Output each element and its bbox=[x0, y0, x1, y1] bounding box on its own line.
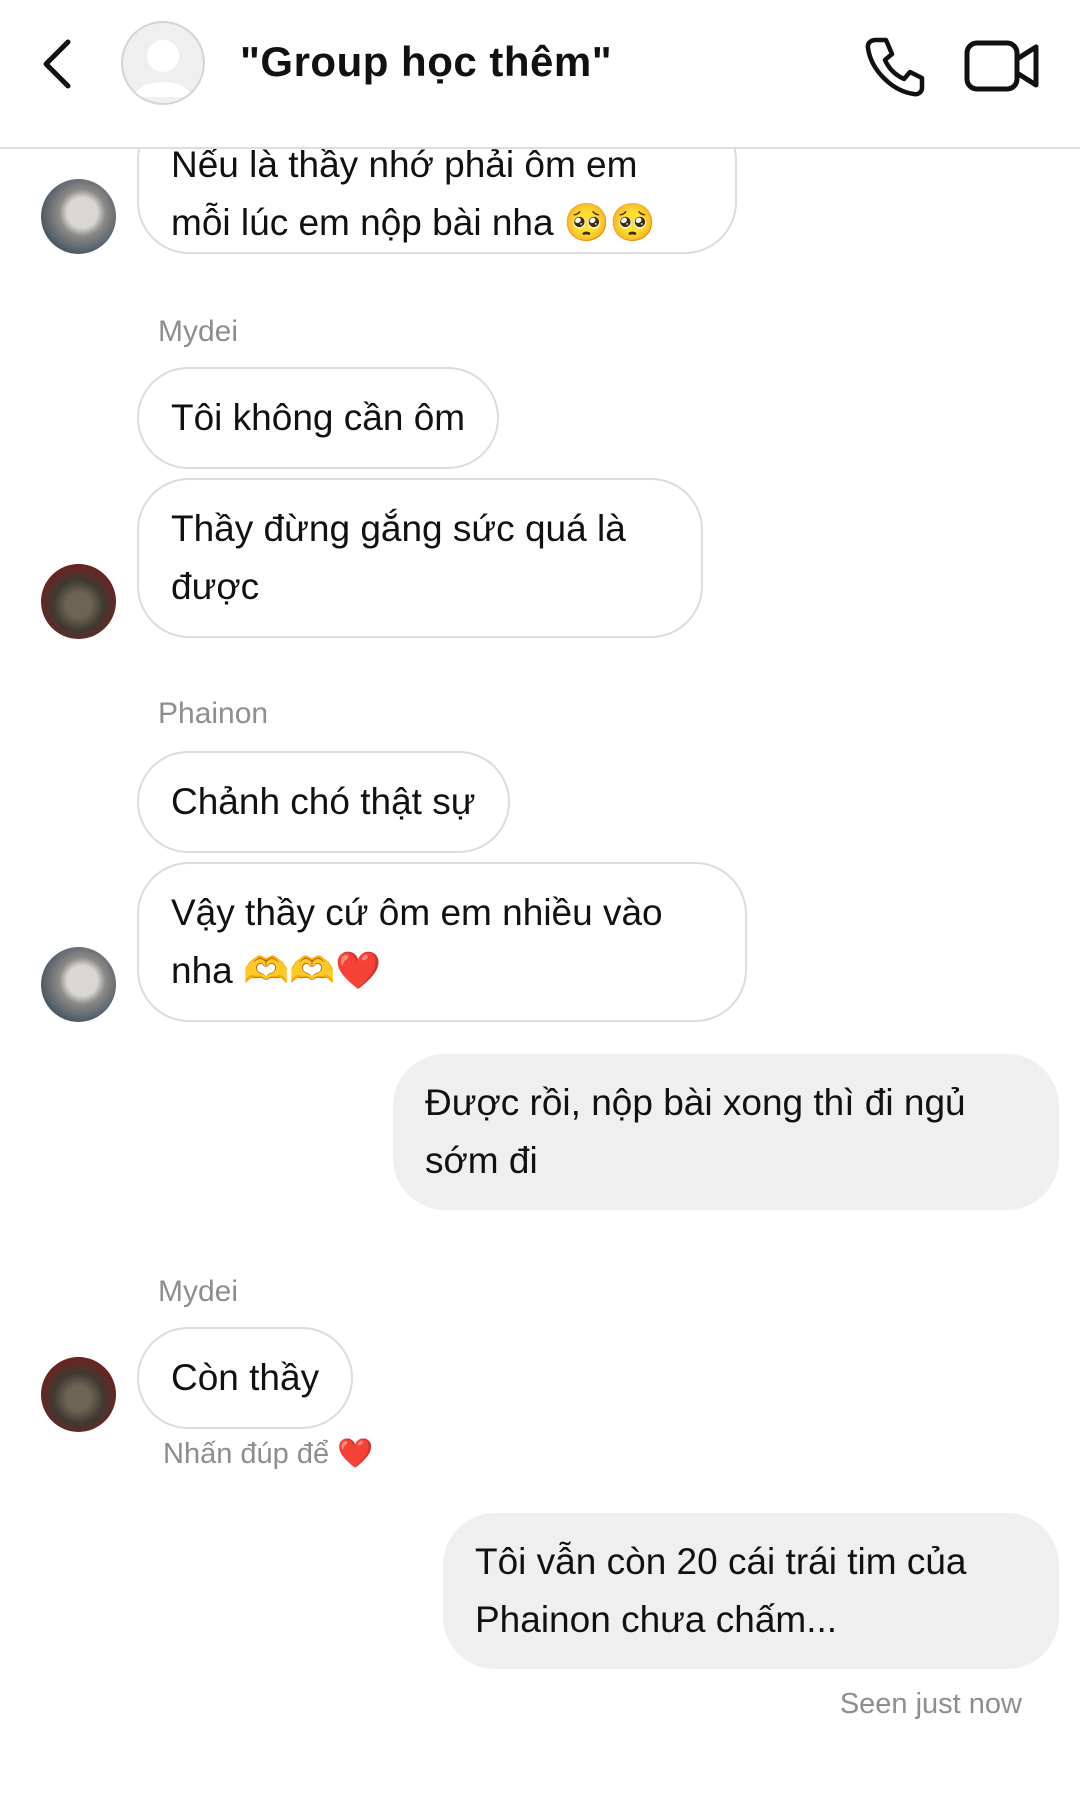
message-text: Vậy thầy cứ ôm em nhiều vào nha 🫶🫶❤️ bbox=[171, 892, 663, 991]
avatar[interactable] bbox=[41, 179, 116, 254]
phone-icon[interactable] bbox=[862, 34, 926, 98]
avatar[interactable] bbox=[41, 947, 116, 1022]
message-bubble-outgoing[interactable]: Tôi vẫn còn 20 cái trái tim của Phainon … bbox=[443, 1513, 1059, 1669]
chat-header: "Group học thêm" bbox=[0, 0, 1080, 149]
message-bubble[interactable]: Tôi không cần ôm bbox=[137, 367, 500, 469]
conversation-title[interactable]: "Group học thêm" bbox=[240, 38, 612, 86]
sender-name: Mydei bbox=[158, 1275, 239, 1308]
message-bubble-outgoing[interactable]: Được rồi, nộp bài xong thì đi ngủ sớm đi bbox=[393, 1054, 1059, 1210]
sender-name: Phainon bbox=[158, 697, 269, 730]
message-text: Được rồi, nộp bài xong thì đi ngủ sớm đi bbox=[425, 1082, 966, 1181]
seen-status: Seen just now bbox=[839, 1688, 1022, 1720]
message-bubble[interactable]: Còn thầy bbox=[137, 1327, 354, 1429]
message-text: Chảnh chó thật sự bbox=[171, 781, 476, 822]
chevron-left-icon[interactable] bbox=[36, 36, 84, 92]
avatar[interactable] bbox=[41, 1357, 116, 1432]
avatar[interactable] bbox=[41, 564, 116, 639]
message-bubble[interactable]: Chảnh chó thật sự bbox=[137, 751, 510, 853]
message-text: Nếu là thầy nhớ phải ôm em mỗi lúc em nộ… bbox=[171, 144, 656, 243]
message-bubble[interactable]: Vậy thầy cứ ôm em nhiều vào nha 🫶🫶❤️ bbox=[137, 862, 747, 1022]
message-text: Tôi vẫn còn 20 cái trái tim của Phainon … bbox=[475, 1541, 967, 1640]
heart-icon: ❤️ bbox=[337, 1438, 374, 1470]
video-camera-icon[interactable] bbox=[964, 38, 1040, 94]
double-tap-hint: Nhấn đúp để ❤️ bbox=[163, 1437, 373, 1471]
message-text: Thầy đừng gắng sức quá là được bbox=[171, 508, 626, 607]
message-text: Tôi không cần ôm bbox=[171, 397, 466, 438]
message-text: Còn thầy bbox=[171, 1357, 320, 1398]
group-avatar[interactable] bbox=[121, 21, 205, 105]
hint-text: Nhấn đúp để bbox=[163, 1438, 330, 1470]
message-bubble[interactable]: Thầy đừng gắng sức quá là được bbox=[137, 478, 703, 638]
sender-name: Mydei bbox=[158, 315, 239, 348]
